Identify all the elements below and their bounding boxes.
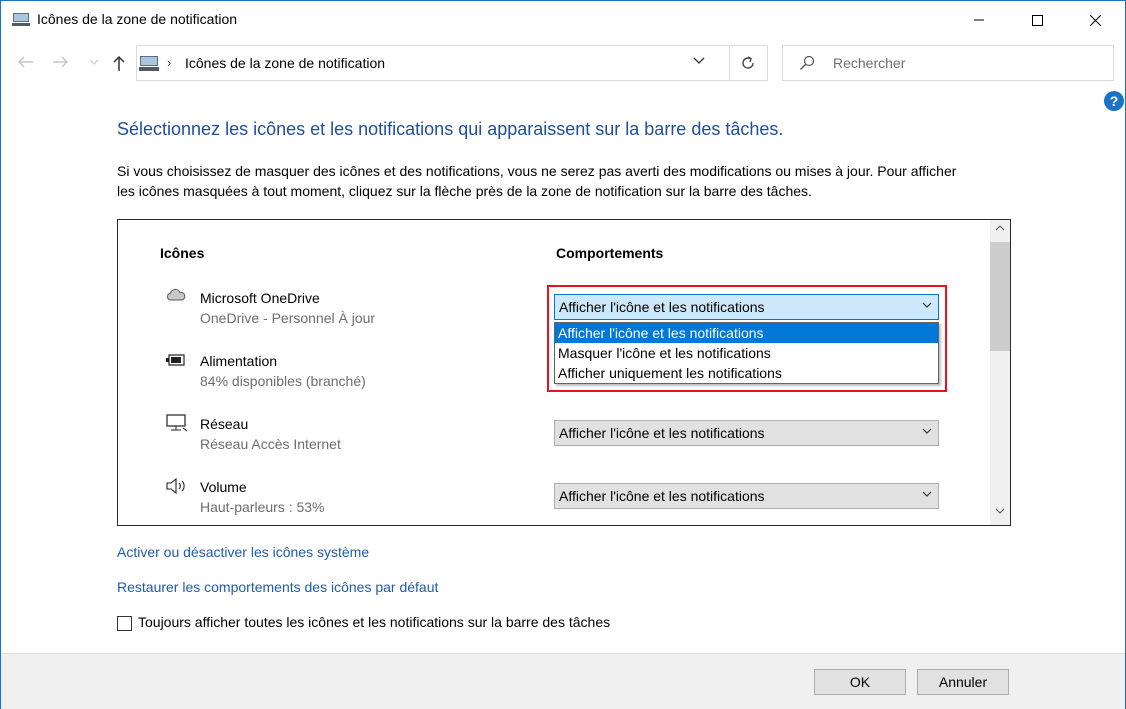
footer: OK Annuler	[1, 653, 1125, 709]
cancel-button[interactable]: Annuler	[917, 669, 1009, 695]
description-line: Si vous choisissez de masquer des icônes…	[117, 163, 957, 179]
description-line: les icônes masquées à tout moment, cliqu…	[117, 183, 812, 199]
window-title: Icônes de la zone de notification	[37, 11, 238, 27]
always-show-label[interactable]: Toujours afficher toutes les icônes et l…	[138, 614, 610, 630]
description: Si vous choisissez de masquer des icônes…	[117, 161, 1017, 201]
row-subtitle: 84% disponibles (branché)	[200, 373, 366, 389]
forward-arrow-icon[interactable]	[53, 56, 69, 68]
row-name: Réseau	[200, 416, 249, 432]
maximize-icon	[1031, 14, 1043, 26]
always-show-checkbox[interactable]	[117, 616, 132, 631]
row-subtitle: Haut-parleurs : 53%	[200, 499, 325, 515]
address-dropdown-icon[interactable]	[693, 57, 705, 65]
scroll-up-icon[interactable]	[995, 225, 1005, 231]
search-input[interactable]: Rechercher	[833, 55, 905, 71]
page-title: Sélectionnez les icônes et les notificat…	[117, 119, 784, 139]
window: Icônes de la zone de notification › Icôn…	[0, 0, 1126, 709]
search-box[interactable]: Rechercher	[782, 45, 1114, 81]
breadcrumb-chevron-icon[interactable]: ›	[167, 55, 171, 70]
close-icon	[1089, 14, 1101, 26]
control-panel-icon	[12, 13, 30, 26]
network-icon	[166, 414, 188, 432]
highlight-box	[547, 285, 947, 392]
restore-defaults-link[interactable]: Restaurer les comportements des icônes p…	[117, 579, 438, 595]
battery-icon	[166, 354, 185, 366]
row-name: Microsoft OneDrive	[200, 290, 320, 306]
chevron-down-icon	[922, 428, 932, 434]
breadcrumb[interactable]: Icônes de la zone de notification	[185, 55, 385, 71]
divider	[729, 46, 730, 80]
row-subtitle: Réseau Accès Internet	[200, 436, 341, 452]
column-header-icons: Icônes	[160, 245, 205, 261]
behavior-select[interactable]: Afficher l'icône et les notifications	[554, 420, 939, 446]
scrollbar[interactable]	[990, 220, 1010, 525]
column-header-behaviors: Comportements	[556, 245, 664, 261]
recent-chevron-icon[interactable]	[89, 59, 99, 65]
row-name: Alimentation	[200, 353, 278, 369]
close-button[interactable]	[1072, 1, 1118, 39]
behavior-select-value: Afficher l'icône et les notifications	[559, 488, 765, 504]
ok-button[interactable]: OK	[814, 669, 906, 695]
up-arrow-icon[interactable]	[113, 55, 125, 71]
behavior-select[interactable]: Afficher l'icône et les notifications	[554, 483, 939, 509]
row-subtitle: OneDrive - Personnel À jour	[200, 310, 376, 326]
title-bar: Icônes de la zone de notification	[1, 1, 1125, 39]
address-bar[interactable]: › Icônes de la zone de notification	[136, 45, 768, 81]
chevron-down-icon	[922, 491, 932, 497]
minimize-icon	[974, 19, 984, 21]
row-name: Volume	[200, 479, 247, 495]
scrollbar-thumb[interactable]	[990, 242, 1010, 351]
behavior-select-value: Afficher l'icône et les notifications	[559, 425, 765, 441]
refresh-icon[interactable]	[739, 54, 757, 72]
cloud-icon	[167, 288, 186, 301]
control-panel-icon	[139, 56, 159, 71]
help-button[interactable]: ?	[1104, 91, 1124, 111]
speaker-icon	[166, 478, 185, 494]
maximize-button[interactable]	[1014, 1, 1060, 39]
search-icon	[800, 55, 815, 70]
minimize-button[interactable]	[956, 1, 1002, 39]
scroll-down-icon[interactable]	[995, 508, 1005, 514]
system-icons-link[interactable]: Activer ou désactiver les icônes système	[117, 544, 369, 560]
back-arrow-icon[interactable]	[17, 56, 33, 68]
